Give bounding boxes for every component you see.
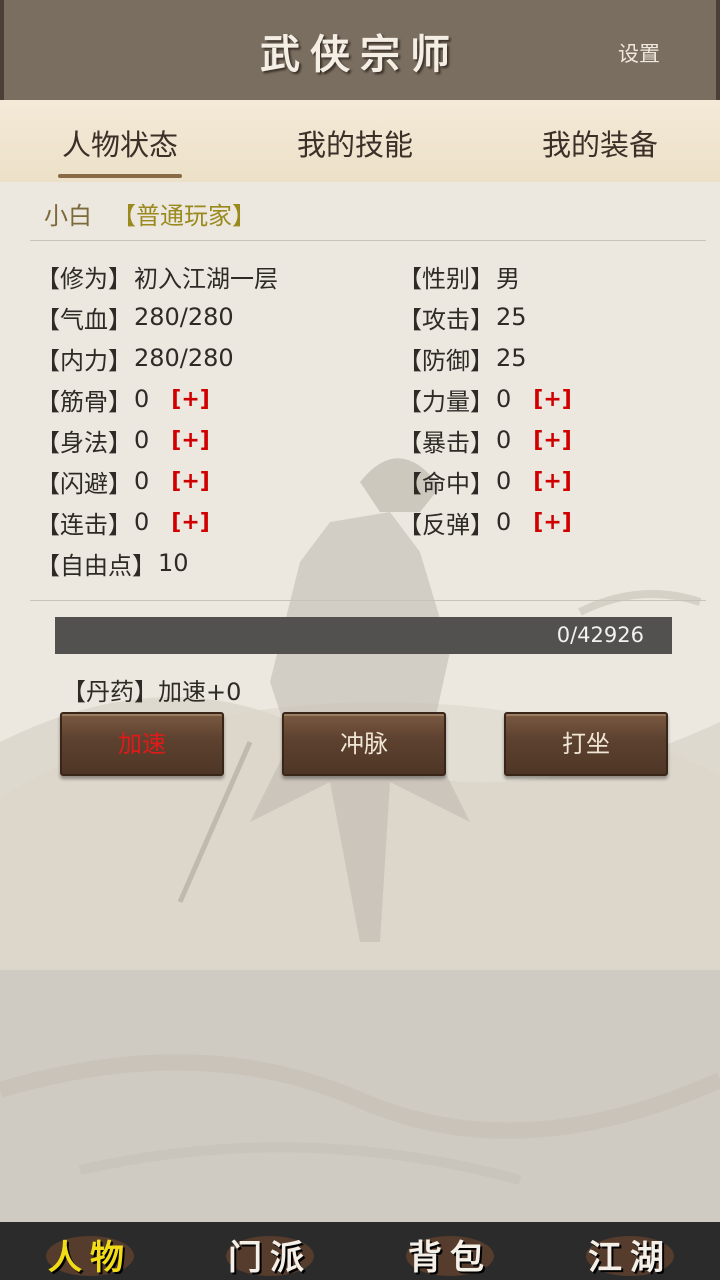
speed-up-button[interactable]: 加速: [60, 712, 224, 776]
bottom-navigation: 人物 门派 背包 江湖: [0, 1222, 720, 1280]
tab-bar: 人物状态 我的技能 我的装备: [0, 100, 720, 182]
stat-critical: 【暴击】 0 [+]: [398, 426, 572, 457]
stat-combo: 【连击】 0 [+]: [36, 508, 210, 539]
settings-button[interactable]: 设置: [618, 38, 660, 68]
progress-text: 0/42926: [556, 623, 644, 647]
add-agility-button[interactable]: [+]: [171, 428, 210, 453]
tab-character-status[interactable]: 人物状态: [57, 122, 183, 178]
add-constitution-button[interactable]: [+]: [171, 387, 210, 412]
nav-backpack[interactable]: 背包: [360, 1222, 540, 1280]
add-dodge-button[interactable]: [+]: [171, 469, 210, 494]
pill-status: 【丹药】加速+0: [62, 678, 242, 706]
add-critical-button[interactable]: [+]: [533, 428, 572, 453]
tab-my-equipment[interactable]: 我的装备: [542, 122, 658, 164]
player-name: 小白: [44, 202, 92, 230]
stat-agility: 【身法】 0 [+]: [36, 426, 210, 457]
lower-background-area: [0, 970, 720, 1222]
stat-reflect: 【反弹】 0 [+]: [398, 508, 572, 539]
stat-accuracy: 【命中】 0 [+]: [398, 467, 572, 498]
tab-my-skills[interactable]: 我的技能: [297, 122, 413, 164]
stat-hp: 【气血】 280/280: [36, 303, 234, 334]
add-combo-button[interactable]: [+]: [171, 510, 210, 535]
meditate-button[interactable]: 打坐: [504, 712, 668, 776]
divider-top: [30, 240, 706, 241]
stat-internal-power: 【内力】 280/280: [36, 344, 234, 375]
nav-jianghu[interactable]: 江湖: [540, 1222, 720, 1280]
stat-cultivation: 【修为】 初入江湖一层: [36, 264, 278, 293]
stat-dodge: 【闪避】 0 [+]: [36, 467, 210, 498]
stat-free-points: 【自由点】 10: [36, 549, 189, 580]
stat-attack: 【攻击】 25: [398, 303, 527, 334]
header-bar: 武侠宗师 设置: [0, 0, 720, 100]
stat-constitution: 【筋骨】 0 [+]: [36, 385, 210, 416]
add-strength-button[interactable]: [+]: [533, 387, 572, 412]
character-panel: 小白 【普通玩家】 【修为】 初入江湖一层 【气血】 280/280 【内力】 280…: [0, 182, 720, 970]
stat-defense: 【防御】 25: [398, 344, 527, 375]
experience-progress-bar: 0/42926: [55, 617, 672, 654]
add-accuracy-button[interactable]: [+]: [533, 469, 572, 494]
stat-strength: 【力量】 0 [+]: [398, 385, 572, 416]
add-reflect-button[interactable]: [+]: [533, 510, 572, 535]
player-rank: 【普通玩家】: [112, 202, 256, 230]
nav-sect[interactable]: 门派: [180, 1222, 360, 1280]
break-meridian-button[interactable]: 冲脉: [282, 712, 446, 776]
app-title: 武侠宗师: [260, 31, 460, 78]
nav-character[interactable]: 人物: [0, 1222, 180, 1280]
stat-gender: 【性别】男: [398, 264, 520, 293]
ink-wash-decoration: [0, 1054, 720, 1185]
divider-middle: [30, 600, 706, 601]
